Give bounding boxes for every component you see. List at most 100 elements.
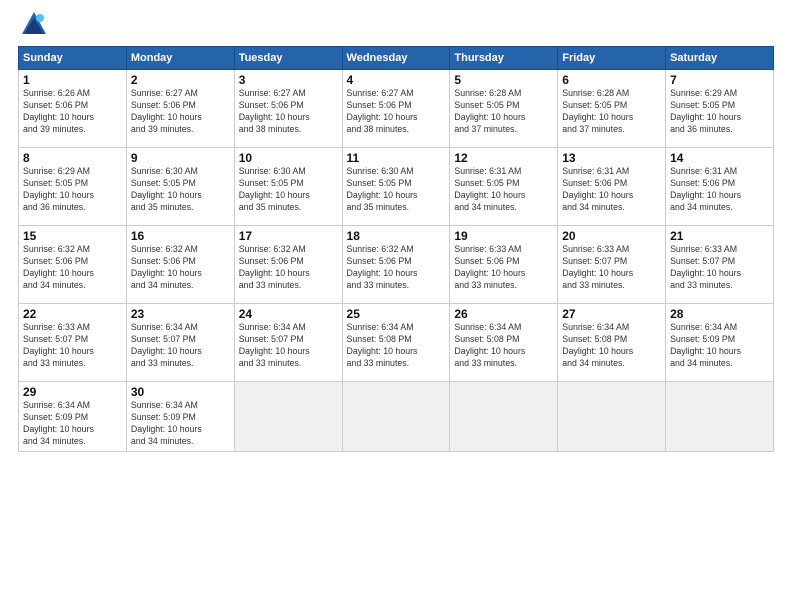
weekday-header-friday: Friday	[558, 47, 666, 70]
logo	[18, 10, 54, 42]
day-number: 18	[347, 229, 446, 243]
day-number: 23	[131, 307, 230, 321]
calendar-cell: 17Sunrise: 6:32 AM Sunset: 5:06 PM Dayli…	[234, 226, 342, 304]
calendar-week-row: 29Sunrise: 6:34 AM Sunset: 5:09 PM Dayli…	[19, 382, 774, 452]
calendar-cell: 29Sunrise: 6:34 AM Sunset: 5:09 PM Dayli…	[19, 382, 127, 452]
calendar-week-row: 15Sunrise: 6:32 AM Sunset: 5:06 PM Dayli…	[19, 226, 774, 304]
calendar-cell: 24Sunrise: 6:34 AM Sunset: 5:07 PM Dayli…	[234, 304, 342, 382]
calendar-cell: 1Sunrise: 6:26 AM Sunset: 5:06 PM Daylig…	[19, 70, 127, 148]
calendar-cell: 11Sunrise: 6:30 AM Sunset: 5:05 PM Dayli…	[342, 148, 450, 226]
day-number: 9	[131, 151, 230, 165]
calendar-cell: 4Sunrise: 6:27 AM Sunset: 5:06 PM Daylig…	[342, 70, 450, 148]
day-number: 28	[670, 307, 769, 321]
day-info: Sunrise: 6:27 AM Sunset: 5:06 PM Dayligh…	[239, 88, 338, 136]
day-number: 30	[131, 385, 230, 399]
logo-icon	[18, 10, 50, 42]
day-number: 22	[23, 307, 122, 321]
day-info: Sunrise: 6:27 AM Sunset: 5:06 PM Dayligh…	[347, 88, 446, 136]
day-info: Sunrise: 6:33 AM Sunset: 5:06 PM Dayligh…	[454, 244, 553, 292]
calendar-cell: 22Sunrise: 6:33 AM Sunset: 5:07 PM Dayli…	[19, 304, 127, 382]
calendar-cell: 13Sunrise: 6:31 AM Sunset: 5:06 PM Dayli…	[558, 148, 666, 226]
weekday-header-tuesday: Tuesday	[234, 47, 342, 70]
day-number: 10	[239, 151, 338, 165]
day-info: Sunrise: 6:30 AM Sunset: 5:05 PM Dayligh…	[239, 166, 338, 214]
day-number: 13	[562, 151, 661, 165]
day-number: 29	[23, 385, 122, 399]
day-info: Sunrise: 6:31 AM Sunset: 5:05 PM Dayligh…	[454, 166, 553, 214]
calendar-cell: 19Sunrise: 6:33 AM Sunset: 5:06 PM Dayli…	[450, 226, 558, 304]
weekday-header-sunday: Sunday	[19, 47, 127, 70]
calendar-cell: 3Sunrise: 6:27 AM Sunset: 5:06 PM Daylig…	[234, 70, 342, 148]
day-number: 17	[239, 229, 338, 243]
calendar-week-row: 1Sunrise: 6:26 AM Sunset: 5:06 PM Daylig…	[19, 70, 774, 148]
calendar-cell: 7Sunrise: 6:29 AM Sunset: 5:05 PM Daylig…	[666, 70, 774, 148]
day-info: Sunrise: 6:34 AM Sunset: 5:08 PM Dayligh…	[347, 322, 446, 370]
calendar-cell	[558, 382, 666, 452]
header	[18, 10, 774, 42]
day-info: Sunrise: 6:29 AM Sunset: 5:05 PM Dayligh…	[670, 88, 769, 136]
day-info: Sunrise: 6:34 AM Sunset: 5:07 PM Dayligh…	[239, 322, 338, 370]
day-number: 24	[239, 307, 338, 321]
calendar-cell: 23Sunrise: 6:34 AM Sunset: 5:07 PM Dayli…	[126, 304, 234, 382]
calendar-table: SundayMondayTuesdayWednesdayThursdayFrid…	[18, 46, 774, 452]
day-number: 15	[23, 229, 122, 243]
calendar-cell: 21Sunrise: 6:33 AM Sunset: 5:07 PM Dayli…	[666, 226, 774, 304]
day-info: Sunrise: 6:28 AM Sunset: 5:05 PM Dayligh…	[562, 88, 661, 136]
calendar-cell	[342, 382, 450, 452]
day-info: Sunrise: 6:32 AM Sunset: 5:06 PM Dayligh…	[23, 244, 122, 292]
day-info: Sunrise: 6:30 AM Sunset: 5:05 PM Dayligh…	[347, 166, 446, 214]
weekday-header-wednesday: Wednesday	[342, 47, 450, 70]
calendar-cell: 14Sunrise: 6:31 AM Sunset: 5:06 PM Dayli…	[666, 148, 774, 226]
day-number: 4	[347, 73, 446, 87]
day-number: 21	[670, 229, 769, 243]
weekday-header-thursday: Thursday	[450, 47, 558, 70]
calendar-cell: 10Sunrise: 6:30 AM Sunset: 5:05 PM Dayli…	[234, 148, 342, 226]
calendar-cell: 20Sunrise: 6:33 AM Sunset: 5:07 PM Dayli…	[558, 226, 666, 304]
day-info: Sunrise: 6:28 AM Sunset: 5:05 PM Dayligh…	[454, 88, 553, 136]
day-number: 6	[562, 73, 661, 87]
day-info: Sunrise: 6:31 AM Sunset: 5:06 PM Dayligh…	[562, 166, 661, 214]
day-info: Sunrise: 6:26 AM Sunset: 5:06 PM Dayligh…	[23, 88, 122, 136]
calendar-week-row: 22Sunrise: 6:33 AM Sunset: 5:07 PM Dayli…	[19, 304, 774, 382]
day-number: 8	[23, 151, 122, 165]
day-info: Sunrise: 6:34 AM Sunset: 5:07 PM Dayligh…	[131, 322, 230, 370]
calendar-cell: 5Sunrise: 6:28 AM Sunset: 5:05 PM Daylig…	[450, 70, 558, 148]
day-info: Sunrise: 6:34 AM Sunset: 5:09 PM Dayligh…	[23, 400, 122, 448]
day-info: Sunrise: 6:27 AM Sunset: 5:06 PM Dayligh…	[131, 88, 230, 136]
day-number: 16	[131, 229, 230, 243]
day-info: Sunrise: 6:30 AM Sunset: 5:05 PM Dayligh…	[131, 166, 230, 214]
day-info: Sunrise: 6:34 AM Sunset: 5:09 PM Dayligh…	[131, 400, 230, 448]
calendar-cell	[666, 382, 774, 452]
day-info: Sunrise: 6:32 AM Sunset: 5:06 PM Dayligh…	[239, 244, 338, 292]
day-number: 1	[23, 73, 122, 87]
day-info: Sunrise: 6:29 AM Sunset: 5:05 PM Dayligh…	[23, 166, 122, 214]
day-number: 2	[131, 73, 230, 87]
weekday-header-row: SundayMondayTuesdayWednesdayThursdayFrid…	[19, 47, 774, 70]
day-number: 14	[670, 151, 769, 165]
day-number: 26	[454, 307, 553, 321]
day-number: 5	[454, 73, 553, 87]
day-info: Sunrise: 6:32 AM Sunset: 5:06 PM Dayligh…	[347, 244, 446, 292]
weekday-header-saturday: Saturday	[666, 47, 774, 70]
calendar-cell: 9Sunrise: 6:30 AM Sunset: 5:05 PM Daylig…	[126, 148, 234, 226]
day-info: Sunrise: 6:32 AM Sunset: 5:06 PM Dayligh…	[131, 244, 230, 292]
calendar-cell: 30Sunrise: 6:34 AM Sunset: 5:09 PM Dayli…	[126, 382, 234, 452]
day-info: Sunrise: 6:33 AM Sunset: 5:07 PM Dayligh…	[562, 244, 661, 292]
calendar-cell: 15Sunrise: 6:32 AM Sunset: 5:06 PM Dayli…	[19, 226, 127, 304]
calendar-cell	[450, 382, 558, 452]
day-info: Sunrise: 6:33 AM Sunset: 5:07 PM Dayligh…	[670, 244, 769, 292]
calendar-cell: 27Sunrise: 6:34 AM Sunset: 5:08 PM Dayli…	[558, 304, 666, 382]
calendar-cell: 2Sunrise: 6:27 AM Sunset: 5:06 PM Daylig…	[126, 70, 234, 148]
day-info: Sunrise: 6:33 AM Sunset: 5:07 PM Dayligh…	[23, 322, 122, 370]
calendar-cell: 18Sunrise: 6:32 AM Sunset: 5:06 PM Dayli…	[342, 226, 450, 304]
day-number: 20	[562, 229, 661, 243]
weekday-header-monday: Monday	[126, 47, 234, 70]
calendar-week-row: 8Sunrise: 6:29 AM Sunset: 5:05 PM Daylig…	[19, 148, 774, 226]
calendar-cell: 25Sunrise: 6:34 AM Sunset: 5:08 PM Dayli…	[342, 304, 450, 382]
calendar-cell: 16Sunrise: 6:32 AM Sunset: 5:06 PM Dayli…	[126, 226, 234, 304]
calendar-cell	[234, 382, 342, 452]
day-info: Sunrise: 6:34 AM Sunset: 5:09 PM Dayligh…	[670, 322, 769, 370]
calendar-cell: 6Sunrise: 6:28 AM Sunset: 5:05 PM Daylig…	[558, 70, 666, 148]
day-number: 3	[239, 73, 338, 87]
day-number: 25	[347, 307, 446, 321]
